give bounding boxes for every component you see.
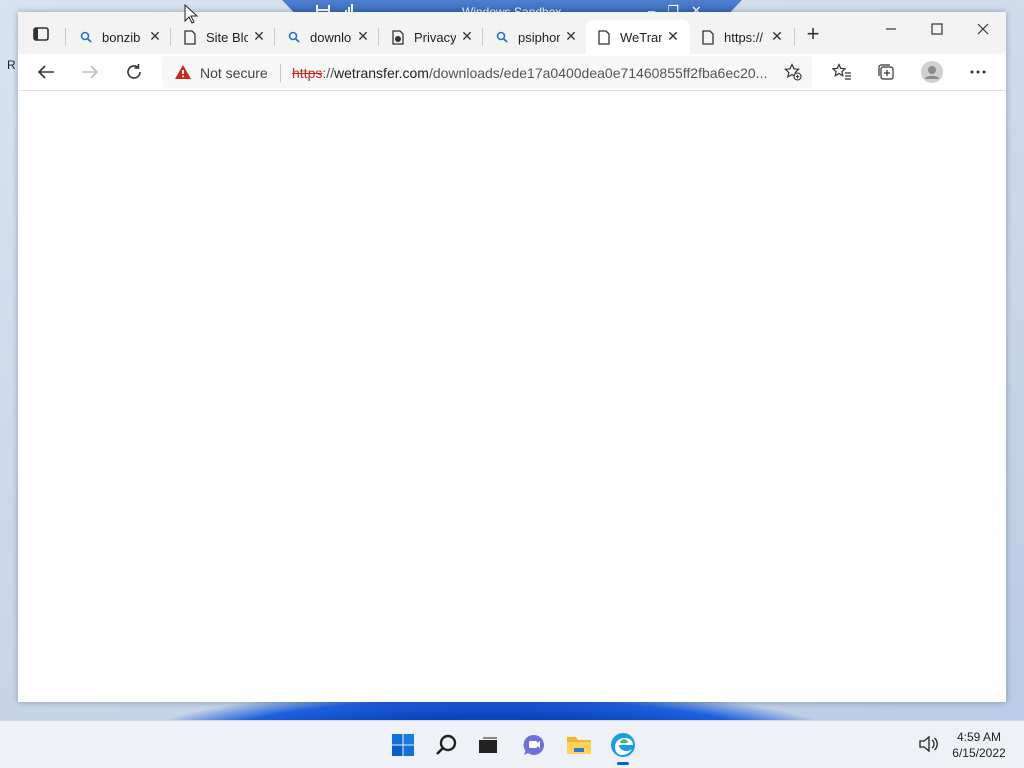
- url-separator: ://: [322, 65, 335, 81]
- avatar-icon: [921, 61, 943, 83]
- clock-date: 6/15/2022: [952, 746, 1006, 760]
- teams-chat-button[interactable]: [520, 731, 548, 759]
- tab-bonzib[interactable]: bonzib ✕: [68, 20, 172, 54]
- tab-psiphon[interactable]: psiphon ✕: [484, 20, 588, 54]
- browser-toolbar: Not secure https://wetransfer.com/downlo…: [18, 54, 1006, 91]
- arrow-left-icon: [37, 65, 54, 79]
- search-icon: [78, 29, 94, 45]
- close-icon[interactable]: ✕: [770, 29, 784, 43]
- refresh-button[interactable]: [120, 58, 148, 86]
- file-explorer-button[interactable]: [565, 731, 593, 759]
- minimize-icon: [886, 28, 896, 30]
- favorites-button[interactable]: [828, 58, 856, 86]
- tab-privacy[interactable]: Privacy ✕: [380, 20, 484, 54]
- close-icon: [977, 23, 989, 35]
- search-icon: [494, 29, 510, 45]
- tab-title: downlo: [310, 29, 352, 45]
- more-icon: [970, 70, 986, 74]
- page-icon: [596, 29, 612, 45]
- edge-browser-button[interactable]: [609, 731, 637, 765]
- security-status-label[interactable]: Not secure: [200, 65, 268, 81]
- close-icon[interactable]: ✕: [460, 29, 474, 43]
- add-favorite-icon[interactable]: [784, 63, 802, 86]
- taskbar: 4:59 AM 6/15/2022: [0, 720, 1024, 768]
- back-button[interactable]: [32, 58, 60, 86]
- tab-title: WeTran: [620, 29, 662, 45]
- tab-divider: [794, 28, 795, 46]
- page-icon: [700, 29, 716, 45]
- address-divider: [280, 64, 281, 82]
- arrow-right-icon: [82, 65, 99, 79]
- tab-title: Privacy: [414, 29, 456, 45]
- volume-icon[interactable]: [918, 735, 938, 758]
- tab-actions-button[interactable]: [30, 24, 52, 44]
- profile-button[interactable]: [918, 58, 946, 86]
- collections-icon: [878, 64, 894, 80]
- maximize-button[interactable]: [914, 22, 960, 44]
- task-view-icon: [479, 737, 497, 753]
- tab-divider: [482, 28, 483, 46]
- close-icon[interactable]: ✕: [252, 29, 266, 43]
- task-view-button[interactable]: [474, 731, 502, 759]
- maximize-icon: [931, 23, 943, 35]
- close-icon[interactable]: ✕: [356, 29, 370, 43]
- tab-download[interactable]: downlo ✕: [276, 20, 380, 54]
- tab-title: https://: [724, 29, 764, 45]
- desktop-edge-text: R: [7, 58, 16, 72]
- page-icon: [182, 29, 198, 45]
- tab-divider: [65, 28, 66, 46]
- page-content[interactable]: [18, 91, 1006, 702]
- tab-title: Site Blc: [206, 29, 248, 45]
- collections-button[interactable]: [872, 58, 900, 86]
- folder-icon: [567, 737, 591, 754]
- edge-icon: [611, 733, 635, 757]
- refresh-icon: [127, 64, 141, 79]
- clock-time: 4:59 AM: [956, 730, 1002, 744]
- tab-strip: bonzib ✕ Site Blc ✕ downlo ✕ Privacy ✕ p…: [18, 12, 1006, 54]
- close-icon[interactable]: ✕: [666, 29, 680, 43]
- tab-divider: [170, 28, 171, 46]
- start-button[interactable]: [389, 731, 417, 759]
- browser-window: bonzib ✕ Site Blc ✕ downlo ✕ Privacy ✕ p…: [18, 12, 1006, 702]
- tab-divider: [378, 28, 379, 46]
- mouse-cursor-icon: [184, 3, 199, 29]
- tab-https[interactable]: https:// ✕: [690, 20, 794, 54]
- close-icon[interactable]: ✕: [148, 29, 162, 43]
- address-bar[interactable]: Not secure https://wetransfer.com/downlo…: [162, 56, 812, 88]
- url-path: /downloads/ede17a0400dea0e71460855ff2fba…: [428, 65, 768, 81]
- url-text[interactable]: https://wetransfer.com/downloads/ede17a0…: [292, 65, 772, 81]
- settings-menu-button[interactable]: [964, 58, 992, 86]
- url-protocol: https: [292, 65, 323, 81]
- search-icon: [286, 29, 302, 45]
- favorites-icon: [832, 63, 851, 80]
- windows-logo-icon: [392, 734, 414, 756]
- forward-button[interactable]: [76, 58, 104, 86]
- search-icon: [436, 734, 457, 755]
- search-button[interactable]: [433, 731, 461, 759]
- close-icon[interactable]: ✕: [564, 29, 578, 43]
- tab-divider: [274, 28, 275, 46]
- warning-icon[interactable]: [174, 64, 192, 85]
- close-window-button[interactable]: [960, 22, 1006, 44]
- tab-wetransfer[interactable]: WeTran ✕: [586, 20, 690, 54]
- minimize-button[interactable]: [868, 22, 914, 44]
- url-host: wetransfer.com: [334, 65, 429, 81]
- chat-icon: [523, 734, 544, 755]
- tab-actions-icon: [33, 27, 49, 41]
- tab-title: psiphon: [518, 29, 560, 45]
- new-tab-button[interactable]: +: [801, 23, 825, 46]
- privacy-page-icon: [390, 29, 406, 45]
- tab-title: bonzib: [102, 29, 141, 45]
- system-clock[interactable]: 4:59 AM 6/15/2022: [946, 729, 1012, 761]
